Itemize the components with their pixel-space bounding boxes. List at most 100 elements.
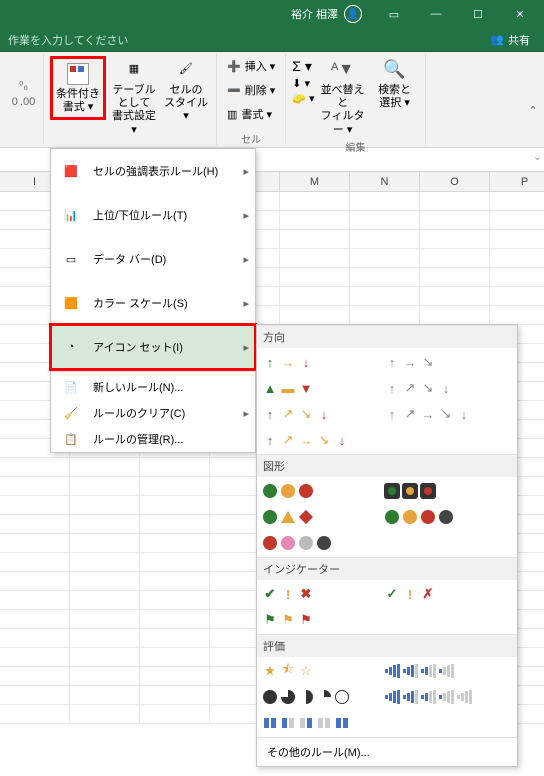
iconset-5-boxes[interactable] (261, 713, 369, 733)
submenu-arrow-icon: ▸ (243, 165, 249, 178)
mi-label: 新しいルール(N)... (93, 379, 183, 395)
insert-label: 挿入 ▾ (245, 58, 276, 74)
iconset-3-symbols-circled[interactable]: ✔!✖ (261, 584, 369, 604)
clear-rules-icon: 🧹 (59, 401, 83, 425)
mi-label: ルールのクリア(C) (93, 405, 185, 421)
format-label: 書式 ▾ (241, 106, 272, 122)
icon-sets-icon: ◔ (59, 335, 83, 359)
iconset-4-ratings-bars[interactable] (383, 661, 491, 681)
section-ratings: 評価 (257, 634, 517, 657)
icon-sets-menuitem[interactable]: ◔ アイコン セット(I) ▸ (51, 325, 255, 369)
expand-formula-bar-button[interactable]: ⌄ (533, 150, 542, 163)
iconset-3-signs[interactable] (261, 507, 369, 527)
menu-separator (51, 371, 255, 372)
data-bars-menuitem[interactable]: ▭ データ バー(D) ▸ (51, 237, 255, 281)
maximize-button[interactable]: ☐ (458, 0, 498, 28)
avatar-icon: 👤 (344, 5, 362, 23)
delete-label: 削除 ▾ (245, 82, 276, 98)
iconset-3-symbols[interactable]: ✓!✗ (383, 584, 491, 604)
color-scales-icon: 🟧 (59, 291, 83, 315)
iconset-5-arrows-colored[interactable]: ↑↗→↘↓ (261, 430, 369, 450)
cell-styles-button[interactable]: 🖌 セルの スタイル ▾ (162, 56, 210, 126)
share-button[interactable]: 👥 共有 (484, 32, 536, 48)
clear-button[interactable]: 🧽 ▾ (292, 92, 314, 105)
iconset-3-arrows-colored[interactable]: ↑→↓ (261, 352, 369, 372)
col-header[interactable]: P (490, 172, 544, 191)
color-scales-menuitem[interactable]: 🟧 カラー スケール(S) ▸ (51, 281, 255, 325)
manage-rules-menuitem[interactable]: 📋 ルールの管理(R)... (51, 426, 255, 452)
ribbon-display-button[interactable]: ▭ (374, 0, 414, 28)
conditional-formatting-button[interactable]: 条件付き 書式 ▾ (54, 60, 102, 116)
iconset-4-red-to-black[interactable] (261, 533, 369, 553)
iconset-3-traffic-lights-rimmed[interactable] (383, 481, 491, 501)
top-bottom-rules-menuitem[interactable]: 📊 上位/下位ルール(T) ▸ (51, 193, 255, 237)
close-button[interactable]: ✕ (500, 0, 540, 28)
cell-styles-label: セルの スタイル ▾ (164, 84, 208, 124)
iconset-5-quarters[interactable] (261, 687, 369, 707)
submenu-arrow-icon: ▸ (243, 341, 249, 354)
group-cells-label: セル (241, 131, 261, 145)
share-label: 共有 (508, 32, 530, 48)
find-select-label: 検索と 選択 ▾ (378, 84, 411, 110)
delete-icon: ➖ (227, 84, 241, 97)
section-direction: 方向 (257, 325, 517, 348)
iconset-3-traffic-lights[interactable] (261, 481, 369, 501)
insert-cells-button[interactable]: ➕ 挿入 ▾ (223, 56, 279, 76)
col-header[interactable]: O (420, 172, 490, 191)
format-icon: ▥ (227, 108, 237, 121)
number-format-icon[interactable]: ⁰₀ (19, 79, 28, 92)
mi-label: セルの強調表示ルール(H) (93, 163, 218, 179)
submenu-arrow-icon: ▸ (243, 253, 249, 266)
title-bar: 裕介 相澤 👤 ▭ — ☐ ✕ (0, 0, 544, 28)
top-bottom-icon: 📊 (59, 203, 83, 227)
clear-rules-menuitem[interactable]: 🧹 ルールのクリア(C) ▸ (51, 400, 255, 426)
iconset-4-arrows-gray[interactable]: ↑↗↘↓ (383, 378, 491, 398)
mi-label: ルールの管理(R)... (93, 431, 183, 447)
cond-format-icon (67, 63, 89, 85)
minimize-button[interactable]: — (416, 0, 456, 28)
delete-cells-button[interactable]: ➖ 削除 ▾ (223, 80, 279, 100)
tellme-text[interactable]: 作業を入力してください (8, 32, 128, 48)
iconset-4-arrows-colored[interactable]: ↑↗↘↓ (261, 404, 369, 424)
iconset-3-stars[interactable]: ★⯪☆ (261, 661, 369, 681)
iconset-3-flags[interactable]: ⚑⚑⚑ (261, 610, 369, 630)
iconset-3-arrows-gray[interactable]: ↑→↘ (383, 352, 491, 372)
more-rules-menuitem[interactable]: その他のルール(M)... (257, 737, 517, 766)
ribbon: ⁰₀ 0.00 条件付き 書式 ▾ ▦ テーブルとして 書式設定 ▾ 🖌 セルの… (0, 52, 544, 148)
insert-icon: ➕ (227, 60, 241, 73)
styles-icon: 🖌 (174, 58, 198, 82)
submenu-arrow-icon: ▸ (243, 407, 249, 420)
sort-filter-button[interactable]: ᴬ▼ 並べ替えと フィルター ▾ (319, 56, 367, 139)
format-as-table-button[interactable]: ▦ テーブルとして 書式設定 ▾ (110, 56, 158, 139)
find-select-button[interactable]: 🔍 検索と 選択 ▾ (371, 56, 419, 112)
table-icon: ▦ (122, 58, 146, 82)
more-rules-label: その他のルール(M)... (267, 747, 370, 759)
highlight-cond-format: 条件付き 書式 ▾ (50, 56, 106, 120)
table-format-label: テーブルとして 書式設定 ▾ (112, 84, 156, 137)
new-rule-icon: 📄 (59, 375, 83, 399)
iconset-5-arrows-gray[interactable]: ↑↗→↘↓ (383, 404, 491, 424)
iconset-4-traffic-lights[interactable] (383, 507, 491, 527)
share-icon: 👥 (490, 33, 504, 46)
col-header[interactable]: N (350, 172, 420, 191)
icon-sets-flyout: 方向 ↑→↓ ↑→↘ ▲▬▼ ↑↗↘↓ ↑↗↘↓ ↑↗→↘↓ ↑↗→↘↓ 図形 … (256, 324, 518, 767)
user-account[interactable]: 裕介 相澤 👤 (281, 5, 372, 23)
mi-label: アイコン セット(I) (93, 339, 183, 355)
highlight-rules-icon: 🟥 (59, 159, 83, 183)
highlight-rules-menuitem[interactable]: 🟥 セルの強調表示ルール(H) ▸ (51, 149, 255, 193)
iconset-5-ratings-bars[interactable] (383, 687, 491, 707)
section-shapes: 図形 (257, 454, 517, 477)
sort-filter-label: 並べ替えと フィルター ▾ (321, 84, 365, 137)
format-cells-button[interactable]: ▥ 書式 ▾ (223, 104, 276, 124)
iconset-3-triangles[interactable]: ▲▬▼ (261, 378, 369, 398)
number-format-icon-2[interactable]: 0.00 (12, 96, 35, 108)
new-rule-menuitem[interactable]: 📄 新しいルール(N)... (51, 374, 255, 400)
mi-label: カラー スケール(S) (93, 295, 188, 311)
fill-button[interactable]: ⬇ ▾ (292, 77, 314, 90)
autosum-button[interactable]: Σ ▾ (292, 58, 314, 75)
collapse-ribbon-button[interactable]: ⌃ (524, 102, 542, 118)
submenu-arrow-icon: ▸ (243, 297, 249, 310)
mi-label: 上位/下位ルール(T) (93, 207, 187, 223)
col-header[interactable]: M (280, 172, 350, 191)
section-indicators: インジケーター (257, 557, 517, 580)
